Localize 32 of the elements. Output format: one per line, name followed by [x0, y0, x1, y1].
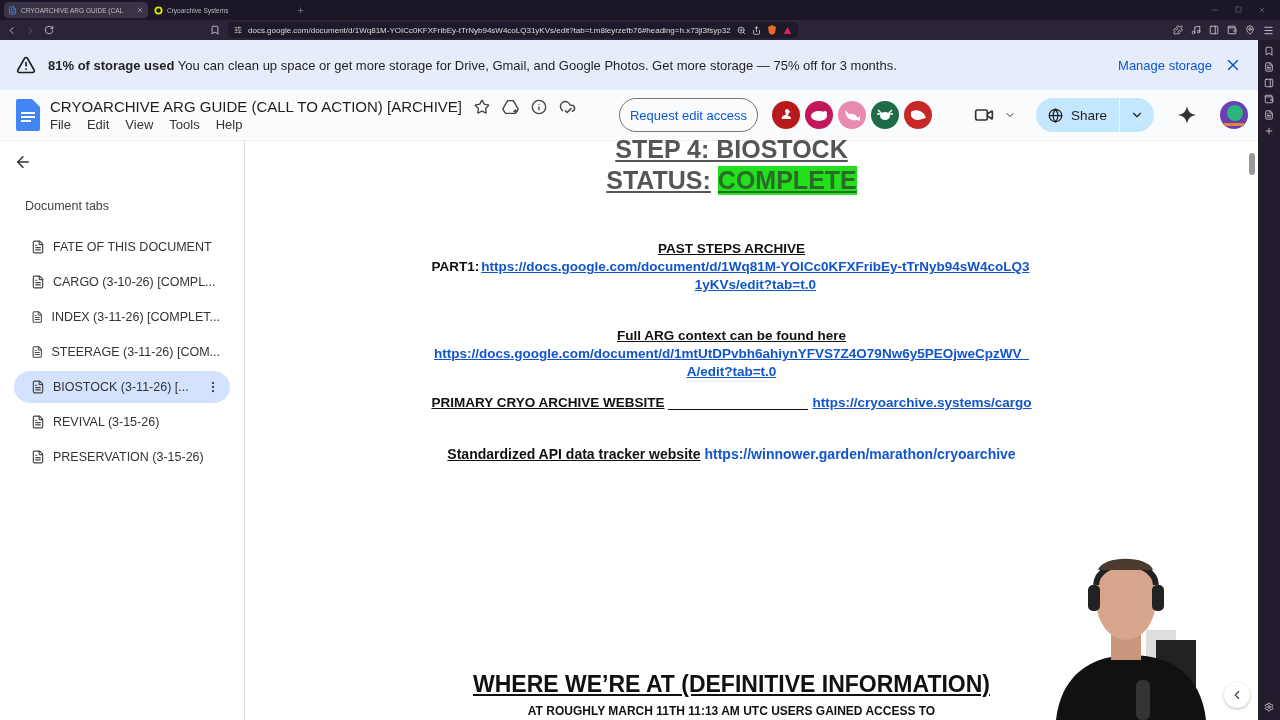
- section-heading: Full ARG context can be found here: [617, 328, 846, 343]
- menu-item[interactable]: Help: [208, 117, 250, 132]
- address-bar[interactable]: docs.google.com/document/d/1Wq81M-YOICc0KFXFribEy-tTrNyb94sW4coLQ31yKVs/edit?tab=t.m8leyrzefb76#heading=h.x73jl3fsyp32: [228, 22, 798, 38]
- panel-heading: Document tabs: [25, 199, 111, 213]
- section-heading: WHERE WE’RE AT (DEFINITIVE INFORMATION): [472, 671, 990, 698]
- banner-message: 81% of storage used You can clean up space or get more storage for Drive, Gmail, and Google Photos. Get more storage — 75% off for 3 months.: [48, 57, 898, 73]
- status-value: COMPLETE: [717, 166, 857, 195]
- document-title: CRYOARCHIVE ARG GUIDE (CALL TO ACTION) [ARCHIVE]: [50, 98, 463, 115]
- url-text: docs.google.com/document/d/1Wq81M-YOICc0KFXFribEy-tTrNyb94sW4coLQ31yKVs/edit?tab=t.m8leyrzefb76#heading=h.x73jl3fsyp32: [248, 25, 731, 35]
- document-tab[interactable]: PRESERVATION (3-15-26): [14, 441, 230, 473]
- menu-item[interactable]: File: [50, 117, 78, 132]
- document-link[interactable]: https://docs.google.com/document/d/1Wq81M-YOICc0KFXFribEy-tTrNyb94sW4coLQ31yKVs/edit?tab=t.0: [479, 258, 1032, 294]
- menu-item[interactable]: View: [118, 117, 161, 132]
- document-link[interactable]: https://docs.google.com/document/d/1mtUtDPvbh6ahiynYFVS7Z4O79Nw6y5PEOjweCpzWV_A/edit?tab=t.0: [429, 345, 1034, 381]
- status-label: STATUS:: [606, 166, 711, 195]
- document-tab[interactable]: BIOSTOCK (3-11-26) [...: [14, 371, 230, 403]
- document-tab[interactable]: STEERAGE (3-11-26) [COM...: [14, 336, 230, 368]
- menu-item[interactable]: Tools: [162, 117, 207, 132]
- website-label: PRIMARY CRYO ARCHIVE WEBSITE: [431, 395, 665, 410]
- document-tab[interactable]: REVIVAL (3-15-26): [14, 406, 230, 438]
- manage-storage-link[interactable]: Manage storage: [1118, 57, 1212, 73]
- tracker-label: Standardized API data tracker website: [447, 446, 701, 462]
- step-title: STEP 4: BIOSTOCK: [615, 135, 848, 164]
- website-link[interactable]: https://cryoarchive.systems/cargo: [812, 395, 1032, 410]
- tracker-link[interactable]: https://winnower.garden/marathon/cryoarchive: [704, 446, 1016, 462]
- document-tab[interactable]: INDEX (3-11-26) [COMPLET...: [14, 301, 230, 333]
- section-heading: PAST STEPS ARCHIVE: [658, 241, 805, 256]
- body-text: AT ROUGHLY MARCH 11TH 11:13 AM UTC USERS GAINED ACCESS TO: [527, 704, 936, 718]
- menu-item[interactable]: Edit: [79, 117, 117, 132]
- document-tab[interactable]: CARGO (3-10-26) [COMPL...: [14, 266, 230, 298]
- part-label: PART1:: [431, 258, 480, 276]
- document-tab[interactable]: FATE OF THIS DOCUMENT: [14, 231, 230, 263]
